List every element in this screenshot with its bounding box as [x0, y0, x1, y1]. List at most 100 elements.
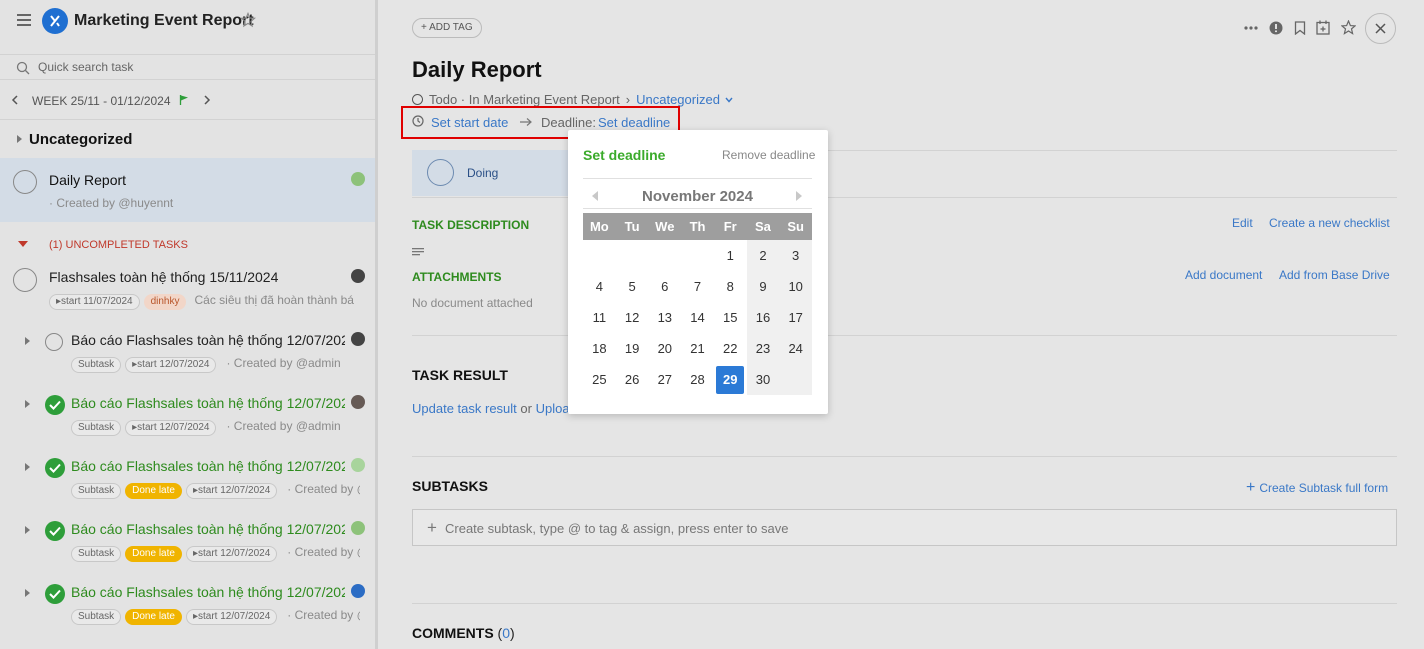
list-item[interactable]: Báo cáo Flashsales toàn hệ thống 12/07/2… — [0, 324, 375, 384]
calendar-day[interactable]: 16 — [746, 302, 780, 333]
expand-icon[interactable] — [25, 337, 30, 345]
calendar-day[interactable]: 20 — [648, 333, 681, 364]
week-label[interactable]: WEEK 25/11 - 01/12/2024 — [32, 94, 171, 108]
selected-task-row[interactable]: Daily Report · Created by @huyennt — [0, 158, 375, 222]
calendar-day[interactable]: 4 — [583, 271, 616, 302]
task-meta: · Created by @ — [287, 608, 360, 622]
calendar-day[interactable]: 5 — [616, 271, 649, 302]
info-icon[interactable] — [1269, 21, 1283, 35]
upload-link[interactable]: Uploa — [536, 401, 570, 416]
completed-check-icon[interactable] — [45, 584, 65, 604]
star-icon[interactable] — [240, 12, 256, 28]
expand-icon[interactable] — [25, 400, 30, 408]
task-status-circle[interactable] — [45, 333, 63, 351]
add-from-drive-link[interactable]: Add from Base Drive — [1279, 268, 1390, 282]
group-expand-icon[interactable] — [17, 135, 22, 143]
calendar-day[interactable]: 10 — [779, 271, 813, 302]
task-title: Báo cáo Flashsales toàn hệ thống 12/07/2… — [71, 584, 345, 600]
more-icon[interactable] — [1244, 26, 1258, 30]
add-document-link[interactable]: Add document — [1185, 268, 1262, 282]
category-dropdown[interactable]: Uncategorized — [636, 92, 720, 107]
tag-chip[interactable]: dinhky — [143, 294, 187, 310]
expand-icon[interactable] — [25, 463, 30, 471]
calendar-day[interactable]: 18 — [583, 333, 616, 364]
next-week-icon[interactable] — [203, 95, 211, 105]
done-late-badge: Done late — [125, 483, 182, 499]
calendar-day[interactable]: 14 — [681, 302, 714, 333]
collapse-uncompleted-icon[interactable] — [18, 241, 28, 248]
calendar-add-icon[interactable] — [1316, 20, 1330, 35]
create-subtask-full-form-button[interactable]: + Create Subtask full form — [1246, 479, 1388, 497]
calendar-day[interactable]: 13 — [648, 302, 681, 333]
menu-icon[interactable] — [17, 14, 31, 26]
calendar-day[interactable]: 28 — [681, 364, 714, 395]
set-start-date-link[interactable]: Set start date — [431, 115, 508, 130]
update-result-link[interactable]: Update task result — [412, 401, 517, 416]
expand-icon[interactable] — [25, 589, 30, 597]
chevron-down-icon[interactable] — [725, 97, 733, 103]
expand-icon[interactable] — [25, 526, 30, 534]
calendar-day[interactable]: 2 — [746, 240, 780, 271]
subtask-input[interactable]: + Create subtask, type @ to tag & assign… — [412, 509, 1397, 546]
list-item[interactable]: Flashsales toàn hệ thống 15/11/2024 ▸sta… — [0, 260, 375, 320]
calendar-day[interactable]: 30 — [746, 364, 780, 395]
page-title[interactable]: Daily Report — [412, 57, 542, 83]
start-date-chip: ▸start 12/07/2024 — [125, 420, 217, 436]
list-item[interactable]: Báo cáo Flashsales toàn hệ thống 12/07/2… — [0, 387, 375, 447]
calendar-day[interactable]: 19 — [616, 333, 649, 364]
calendar-day[interactable]: 24 — [779, 333, 813, 364]
calendar-day[interactable]: 3 — [779, 240, 813, 271]
calendar-day[interactable]: 25 — [583, 364, 616, 395]
task-status-circle[interactable] — [13, 268, 37, 292]
calendar-day[interactable]: 1 — [714, 240, 747, 271]
calendar-day[interactable]: 17 — [779, 302, 813, 333]
status-button[interactable]: Doing — [412, 150, 572, 196]
breadcrumb: Todo · In Marketing Event Report › Uncateg… — [429, 92, 720, 107]
close-icon[interactable] — [1365, 13, 1396, 44]
task-status-circle[interactable] — [13, 170, 37, 194]
bookmark-icon[interactable] — [1294, 21, 1306, 35]
calendar-day-selected[interactable]: 29 — [714, 364, 747, 395]
list-item[interactable]: Báo cáo Flashsales toàn hệ thống 12/07/2… — [0, 450, 375, 510]
group-title[interactable]: Uncategorized — [29, 131, 132, 148]
calendar-day[interactable]: 15 — [714, 302, 747, 333]
calendar-day[interactable]: 12 — [616, 302, 649, 333]
calendar-day[interactable]: 11 — [583, 302, 616, 333]
star-icon[interactable] — [1341, 20, 1356, 35]
calendar-day[interactable]: 9 — [746, 271, 780, 302]
calendar-grid: 1 2 3 4 5 6 7 8 9 10 11 12 13 14 15 16 1… — [583, 240, 813, 395]
calendar-day[interactable]: 26 — [616, 364, 649, 395]
prev-week-icon[interactable] — [11, 95, 19, 105]
next-month-icon[interactable] — [796, 191, 802, 201]
set-deadline-link[interactable]: Set deadline — [598, 115, 670, 130]
deadline-popup: Set deadline Remove deadline November 20… — [568, 130, 828, 414]
weekday-label: We — [655, 219, 675, 234]
list-item[interactable]: Báo cáo Flashsales toàn hệ thống 12/07/2… — [0, 513, 375, 573]
calendar-day[interactable]: 7 — [681, 271, 714, 302]
task-title: Báo cáo Flashsales toàn hệ thống 12/07/2… — [71, 395, 345, 411]
calendar-day[interactable]: 21 — [681, 333, 714, 364]
calendar-day[interactable]: 23 — [746, 333, 780, 364]
edit-link[interactable]: Edit — [1232, 216, 1253, 230]
task-description-header: TASK DESCRIPTION — [412, 218, 530, 232]
project-logo-icon — [42, 8, 68, 34]
month-label[interactable]: November 2024 — [583, 188, 812, 205]
calendar-day[interactable]: 8 — [714, 271, 747, 302]
calendar-day[interactable]: 22 — [714, 333, 747, 364]
remove-deadline-button[interactable]: Remove deadline — [722, 148, 815, 162]
completed-check-icon[interactable] — [45, 458, 65, 478]
subtask-chip: Subtask — [71, 357, 122, 373]
task-description-preview: Các siêu thị đã hoàn thành bá — [194, 293, 354, 307]
search-input[interactable]: Quick search task — [38, 60, 358, 74]
done-late-badge: Done late — [125, 546, 182, 562]
calendar-day[interactable]: 27 — [648, 364, 681, 395]
create-checklist-link[interactable]: Create a new checklist — [1269, 216, 1390, 230]
completed-check-icon[interactable] — [45, 395, 65, 415]
completed-check-icon[interactable] — [45, 521, 65, 541]
list-item[interactable]: Báo cáo Flashsales toàn hệ thống 12/07/2… — [0, 576, 375, 636]
subtask-input-placeholder: Create subtask, type @ to tag & assign, … — [445, 521, 789, 536]
add-tag-button[interactable]: + ADD TAG — [412, 18, 482, 38]
uncompleted-header[interactable]: (1) UNCOMPLETED TASKS — [49, 239, 188, 251]
calendar-day[interactable]: 6 — [648, 271, 681, 302]
avatar — [351, 269, 365, 283]
